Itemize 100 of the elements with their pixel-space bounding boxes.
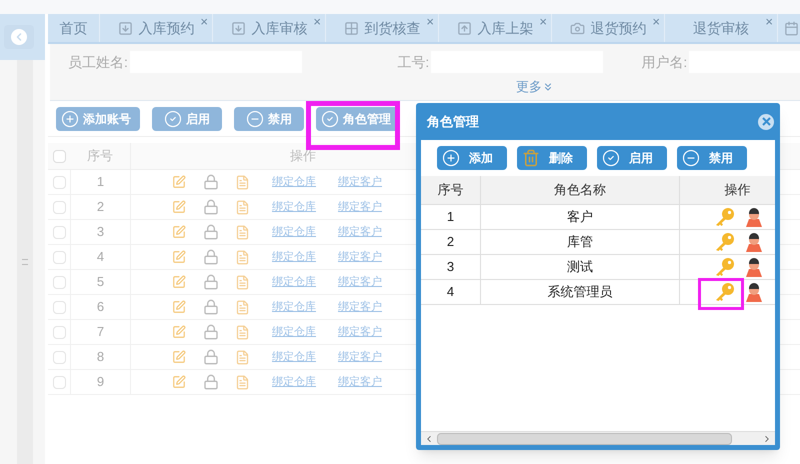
link[interactable]: 绑定仓库: [272, 174, 316, 190]
checkbox[interactable]: [52, 200, 66, 214]
link[interactable]: 绑定客户: [338, 248, 382, 266]
table-cell: 3: [421, 255, 481, 279]
dialog-button[interactable]: 添加: [437, 146, 507, 170]
check-icon: [602, 149, 620, 167]
document-icon[interactable]: [235, 324, 250, 340]
check-icon: [321, 110, 339, 128]
collapse-button[interactable]: [4, 25, 34, 49]
link[interactable]: 绑定仓库: [272, 224, 316, 240]
tab[interactable]: 入库审核 ×: [213, 14, 326, 42]
checkbox[interactable]: [52, 300, 66, 314]
checkbox[interactable]: [52, 376, 66, 388]
edit-icon[interactable]: [172, 275, 186, 289]
checkbox[interactable]: [52, 150, 66, 162]
link[interactable]: 绑定仓库: [272, 248, 316, 266]
document-icon[interactable]: [235, 250, 250, 264]
close-tab-button[interactable]: ×: [200, 15, 208, 28]
person-icon[interactable]: [745, 257, 763, 277]
lock-icon[interactable]: [203, 324, 219, 340]
lock-icon[interactable]: [203, 249, 219, 265]
column-header: 序号: [421, 176, 481, 204]
scrollbar[interactable]: [17, 60, 33, 464]
link[interactable]: 绑定仓库: [272, 298, 316, 316]
plus-icon: [442, 149, 460, 167]
edit-icon[interactable]: [172, 350, 186, 364]
dialog-button[interactable]: 启用: [597, 146, 667, 170]
close-tab-button[interactable]: ×: [765, 15, 773, 28]
document-icon[interactable]: [235, 350, 250, 364]
tab[interactable]: 退货审核 ×: [665, 14, 778, 42]
edit-icon[interactable]: [172, 175, 186, 189]
link[interactable]: 绑定仓库: [272, 198, 316, 216]
document-icon[interactable]: [235, 174, 250, 190]
link[interactable]: 绑定客户: [338, 274, 382, 290]
field-label: 员工姓名:: [68, 52, 128, 72]
tab[interactable]: 首页: [48, 14, 100, 42]
document-icon[interactable]: [235, 200, 250, 214]
tab[interactable]: 入库上架 ×: [439, 14, 552, 42]
toolbar-button[interactable]: 禁用: [234, 106, 304, 130]
link[interactable]: 绑定客户: [338, 298, 382, 316]
horizontal-scrollbar[interactable]: [421, 431, 775, 445]
edit-icon[interactable]: [172, 225, 186, 239]
person-icon[interactable]: [745, 207, 763, 227]
link[interactable]: 绑定仓库: [272, 274, 316, 290]
link[interactable]: 绑定仓库: [272, 348, 316, 366]
column-header: 角色名称: [481, 176, 680, 204]
checkbox[interactable]: [52, 326, 66, 338]
field-label: 工号:: [397, 52, 430, 72]
tab[interactable]: 入库预约 ×: [100, 14, 213, 42]
link[interactable]: 绑定客户: [338, 198, 382, 216]
more-link[interactable]: 更多: [516, 77, 554, 97]
link[interactable]: 绑定仓库: [272, 374, 316, 390]
column-header: 序号: [70, 143, 131, 169]
edit-icon[interactable]: [172, 375, 186, 389]
lock-icon[interactable]: [203, 224, 219, 240]
close-tab-button[interactable]: ×: [652, 15, 660, 28]
document-icon[interactable]: [235, 224, 250, 240]
table-cell: 1: [70, 170, 131, 194]
link[interactable]: 绑定客户: [338, 324, 382, 340]
dialog-button[interactable]: 禁用: [677, 146, 747, 170]
tab[interactable]: 到货核查 ×: [326, 14, 439, 42]
link[interactable]: 绑定客户: [338, 348, 382, 366]
table-cell: 4: [421, 280, 481, 304]
lock-icon[interactable]: [203, 174, 219, 190]
toolbar-button[interactable]: 添加账号: [56, 106, 140, 130]
close-button[interactable]: [758, 114, 774, 130]
edit-icon[interactable]: [172, 200, 186, 214]
edit-icon[interactable]: [172, 250, 186, 264]
document-icon[interactable]: [235, 300, 250, 314]
lock-icon[interactable]: [203, 299, 219, 315]
lock-icon[interactable]: [203, 349, 219, 365]
person-icon[interactable]: [745, 282, 763, 302]
checkbox[interactable]: [52, 176, 66, 188]
tab[interactable]: 退货预约 ×: [552, 14, 665, 42]
close-tab-button[interactable]: ×: [313, 15, 321, 28]
checkbox[interactable]: [52, 276, 66, 288]
close-icon: [762, 117, 770, 126]
close-tab-button[interactable]: ×: [426, 15, 434, 28]
toolbar-button[interactable]: 启用: [152, 106, 222, 130]
link[interactable]: 绑定客户: [338, 174, 382, 190]
table-cell: 系统管理员: [481, 280, 680, 304]
link[interactable]: 绑定仓库: [272, 324, 316, 340]
lock-icon[interactable]: [203, 374, 219, 390]
link[interactable]: 绑定客户: [338, 224, 382, 240]
dialog-button[interactable]: 删除: [517, 146, 587, 170]
lock-icon[interactable]: [203, 274, 219, 290]
table-cell: 9: [70, 370, 131, 394]
table-cell: 3: [70, 220, 131, 244]
checkbox[interactable]: [52, 250, 66, 264]
close-tab-button[interactable]: ×: [539, 15, 547, 28]
edit-icon[interactable]: [172, 325, 186, 339]
table-cell: 2: [421, 230, 481, 254]
document-icon[interactable]: [235, 374, 250, 390]
lock-icon[interactable]: [203, 199, 219, 215]
checkbox[interactable]: [52, 350, 66, 364]
person-icon[interactable]: [745, 232, 763, 252]
checkbox[interactable]: [52, 226, 66, 238]
link[interactable]: 绑定客户: [338, 374, 382, 390]
edit-icon[interactable]: [172, 300, 186, 314]
document-icon[interactable]: [235, 274, 250, 290]
